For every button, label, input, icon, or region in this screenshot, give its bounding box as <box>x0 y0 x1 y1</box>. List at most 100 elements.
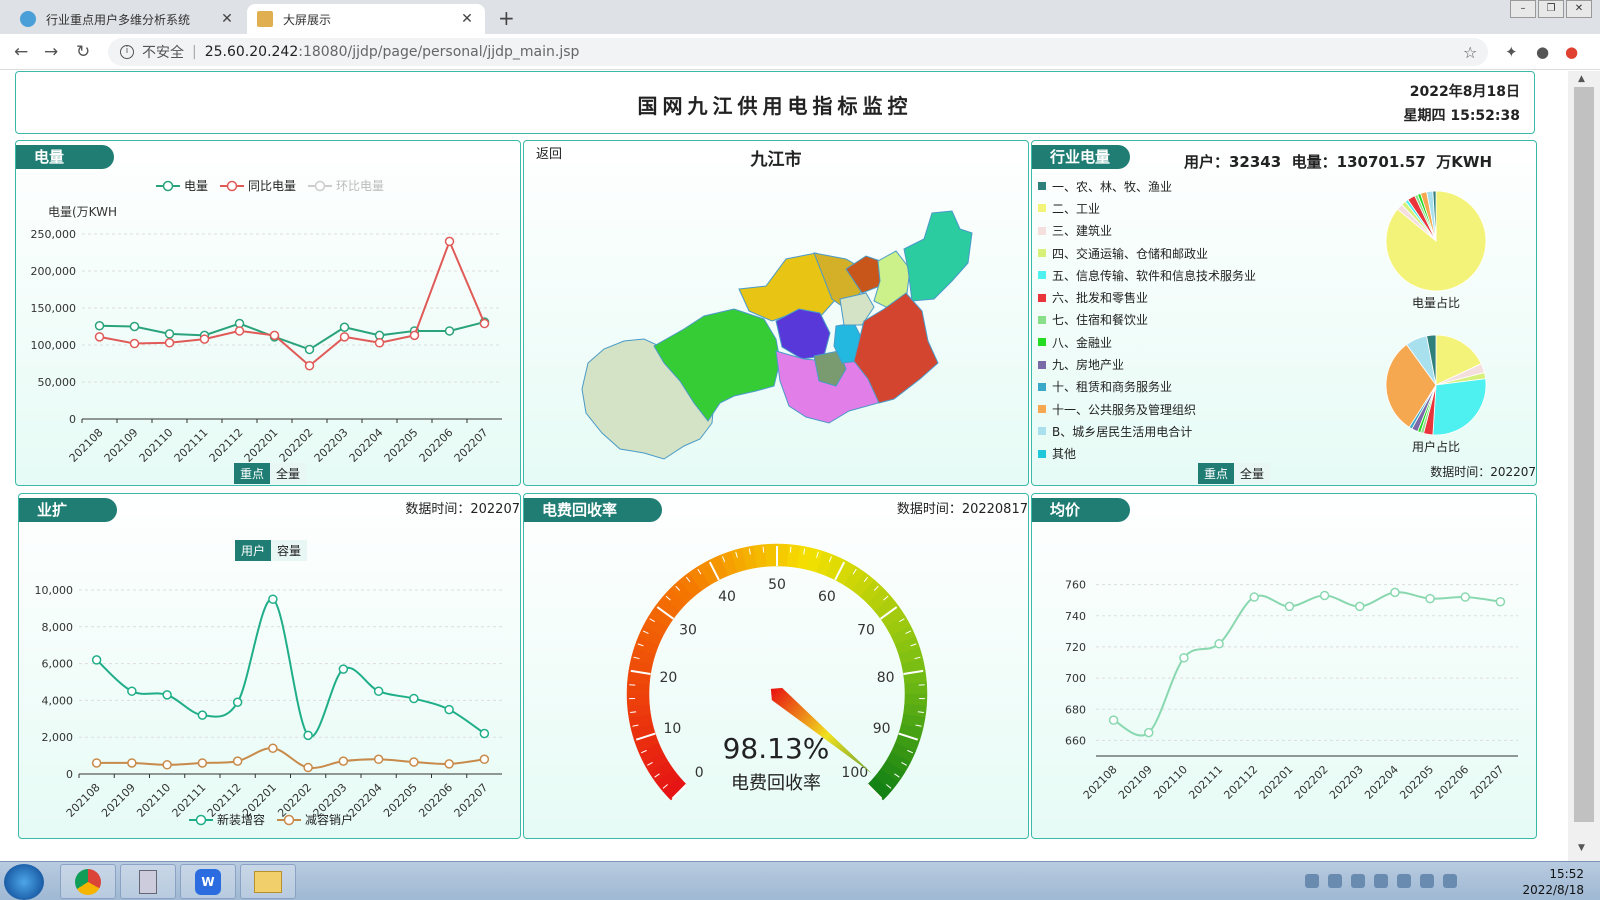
explorer-taskbar-icon[interactable] <box>240 864 296 899</box>
info-icon[interactable]: i <box>120 45 134 59</box>
chrome-taskbar-icon[interactable] <box>60 864 116 899</box>
forward-arrow-icon[interactable]: → <box>44 42 58 62</box>
bookmark-star-icon[interactable]: ☆ <box>1463 43 1477 62</box>
map-region[interactable] <box>775 308 831 360</box>
series-line <box>1113 591 1501 737</box>
tray-icon[interactable] <box>1351 874 1365 888</box>
x-tick-label: 202111 <box>170 781 209 820</box>
y-tick-label: 720 <box>1065 641 1086 654</box>
profile-icon[interactable]: ● <box>1536 43 1549 61</box>
x-tick-label: 202207 <box>1468 763 1507 802</box>
globe-icon <box>20 11 36 27</box>
toggle-all-button[interactable]: 全量 <box>270 463 307 484</box>
price-chart: 7607407207006806602021082021092021102021… <box>1065 579 1518 802</box>
x-tick-label: 202205 <box>381 781 420 820</box>
x-tick-label: 202112 <box>1221 763 1260 802</box>
back-arrow-icon[interactable]: ← <box>14 42 28 62</box>
gauge-label: 50 <box>768 577 786 593</box>
toggle-key-button[interactable]: 重点 <box>1198 463 1235 484</box>
window-controls: – ❐ ✕ <box>1508 0 1592 18</box>
data-point <box>1460 592 1470 602</box>
wps-taskbar-icon[interactable]: W <box>180 864 236 899</box>
reload-icon[interactable]: ↻ <box>76 42 90 62</box>
toggle-key-button[interactable]: 重点 <box>234 463 271 484</box>
close-window-button[interactable]: ✕ <box>1566 0 1592 18</box>
x-tick-label: 202108 <box>1081 763 1120 802</box>
data-point <box>127 686 137 696</box>
x-tick-label: 202204 <box>347 426 386 465</box>
pie-slice <box>1432 378 1487 436</box>
gauge-label: 40 <box>718 589 736 605</box>
industry-toggle: 重点 全量 <box>1198 463 1271 484</box>
legend-label: 电量 <box>184 179 208 193</box>
data-point <box>479 754 490 765</box>
y-axis-label: 电量(万KWH <box>48 205 117 219</box>
legend-label: 环比电量 <box>336 179 384 193</box>
extensions-icon[interactable]: ✦ <box>1505 43 1518 61</box>
scroll-up-icon[interactable]: ▲ <box>1578 74 1585 84</box>
data-time: 数据时间：202207 <box>1430 465 1536 479</box>
data-point <box>338 664 349 674</box>
data-point <box>303 730 313 741</box>
data-point <box>164 329 175 339</box>
close-icon[interactable]: ✕ <box>219 11 235 27</box>
data-point <box>164 338 175 348</box>
data-point <box>409 757 419 767</box>
x-tick-label: 202207 <box>452 781 491 820</box>
update-icon[interactable]: ● <box>1565 43 1578 61</box>
scroll-thumb[interactable] <box>1574 87 1594 822</box>
start-button[interactable] <box>4 864 44 900</box>
y-tick-label: 760 <box>1065 579 1086 592</box>
tray-clock[interactable]: 15:52 2022/8/18 <box>1522 866 1584 898</box>
tab-title: 行业重点用户多维分析系统 <box>46 12 191 27</box>
y-tick-label: 100,000 <box>31 339 77 352</box>
tab-industry-system[interactable]: 行业重点用户多维分析系统 ✕ <box>10 4 245 34</box>
x-tick-label: 202202 <box>277 426 316 465</box>
tray-icon[interactable] <box>1397 874 1411 888</box>
data-point <box>373 754 384 765</box>
calculator-taskbar-icon[interactable] <box>120 864 176 899</box>
x-tick-label: 202109 <box>99 781 138 820</box>
tray-time: 15:52 <box>1549 867 1584 881</box>
y-tick-label: 740 <box>1065 610 1086 623</box>
data-point <box>1319 590 1330 601</box>
data-point <box>1179 653 1189 663</box>
tray-icon[interactable] <box>1328 874 1342 888</box>
tray-date: 2022/8/18 <box>1522 883 1584 897</box>
tab-dashboard[interactable]: 大屏展示 ✕ <box>247 4 485 34</box>
legend-marker <box>195 814 207 826</box>
restore-button[interactable]: ❐ <box>1538 0 1564 18</box>
page-icon <box>257 11 273 27</box>
dashboard-header: 国网九江供用电指标监控 2022年8月18日 星期四 15:52:38 <box>15 71 1535 134</box>
x-tick-label: 202207 <box>452 426 491 465</box>
yekuo-panel: 业扩 数据时间：202207 用户 容量 10,000 8,000 6,000 4,0… <box>18 493 521 839</box>
x-tick-label: 202111 <box>1186 763 1225 802</box>
volume-icon[interactable] <box>1443 874 1457 888</box>
x-tick-label: 202206 <box>417 426 456 465</box>
tray-icon[interactable] <box>1374 874 1388 888</box>
gauge-band <box>626 693 650 707</box>
x-tick-label: 202202 <box>1292 763 1331 802</box>
data-point <box>409 693 419 704</box>
x-tick-label: 202203 <box>312 426 351 465</box>
address-bar[interactable]: i 不安全 | 25.60.20.242 :18080/jjdp/page/pe… <box>108 38 1488 66</box>
new-tab-button[interactable]: + <box>498 6 515 30</box>
toggle-all-button[interactable]: 全量 <box>1234 463 1271 484</box>
header-time: 星期四 15:52:38 <box>1403 108 1520 124</box>
series-line <box>95 598 485 738</box>
map-region[interactable] <box>903 210 973 302</box>
power-toggle: 重点 全量 <box>234 463 307 484</box>
tray-icon[interactable] <box>1305 874 1319 888</box>
url-path: :18080/jjdp/page/personal/jjdp_main.jsp <box>298 44 580 60</box>
close-icon[interactable]: ✕ <box>459 11 475 27</box>
x-tick-label: 202109 <box>1116 763 1155 802</box>
data-point <box>91 655 102 665</box>
page-scrollbar[interactable]: ▲ ▼ <box>1568 71 1600 861</box>
url-host: 25.60.20.242 <box>204 44 299 60</box>
scroll-down-icon[interactable]: ▼ <box>1578 843 1585 853</box>
data-point <box>374 338 385 348</box>
minimize-button[interactable]: – <box>1510 0 1536 18</box>
power-panel: 电量 电量 同比电量 环比电量 电量(万KWH 250,000 200,000 150,00… <box>15 140 521 486</box>
data-point <box>304 360 315 371</box>
tray-icon[interactable] <box>1420 874 1434 888</box>
